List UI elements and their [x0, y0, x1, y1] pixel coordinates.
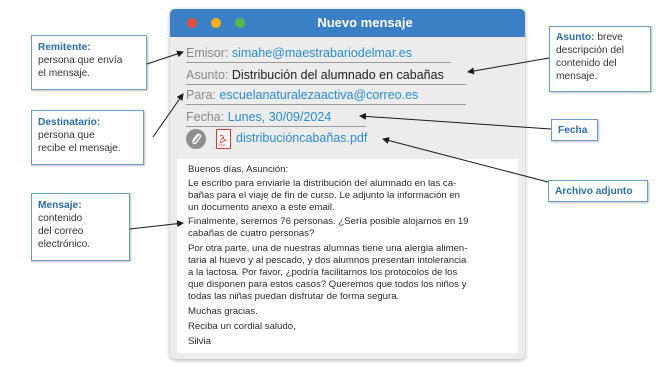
- arrow-remitente: [146, 50, 184, 65]
- arrow-asunto: [467, 57, 550, 75]
- arrow-adjunto: [382, 137, 549, 183]
- arrow-destinatario: [152, 93, 184, 138]
- connector-arrows: [129, 50, 552, 230]
- arrow-fecha: [359, 112, 552, 130]
- arrow-mensaje: [129, 220, 184, 230]
